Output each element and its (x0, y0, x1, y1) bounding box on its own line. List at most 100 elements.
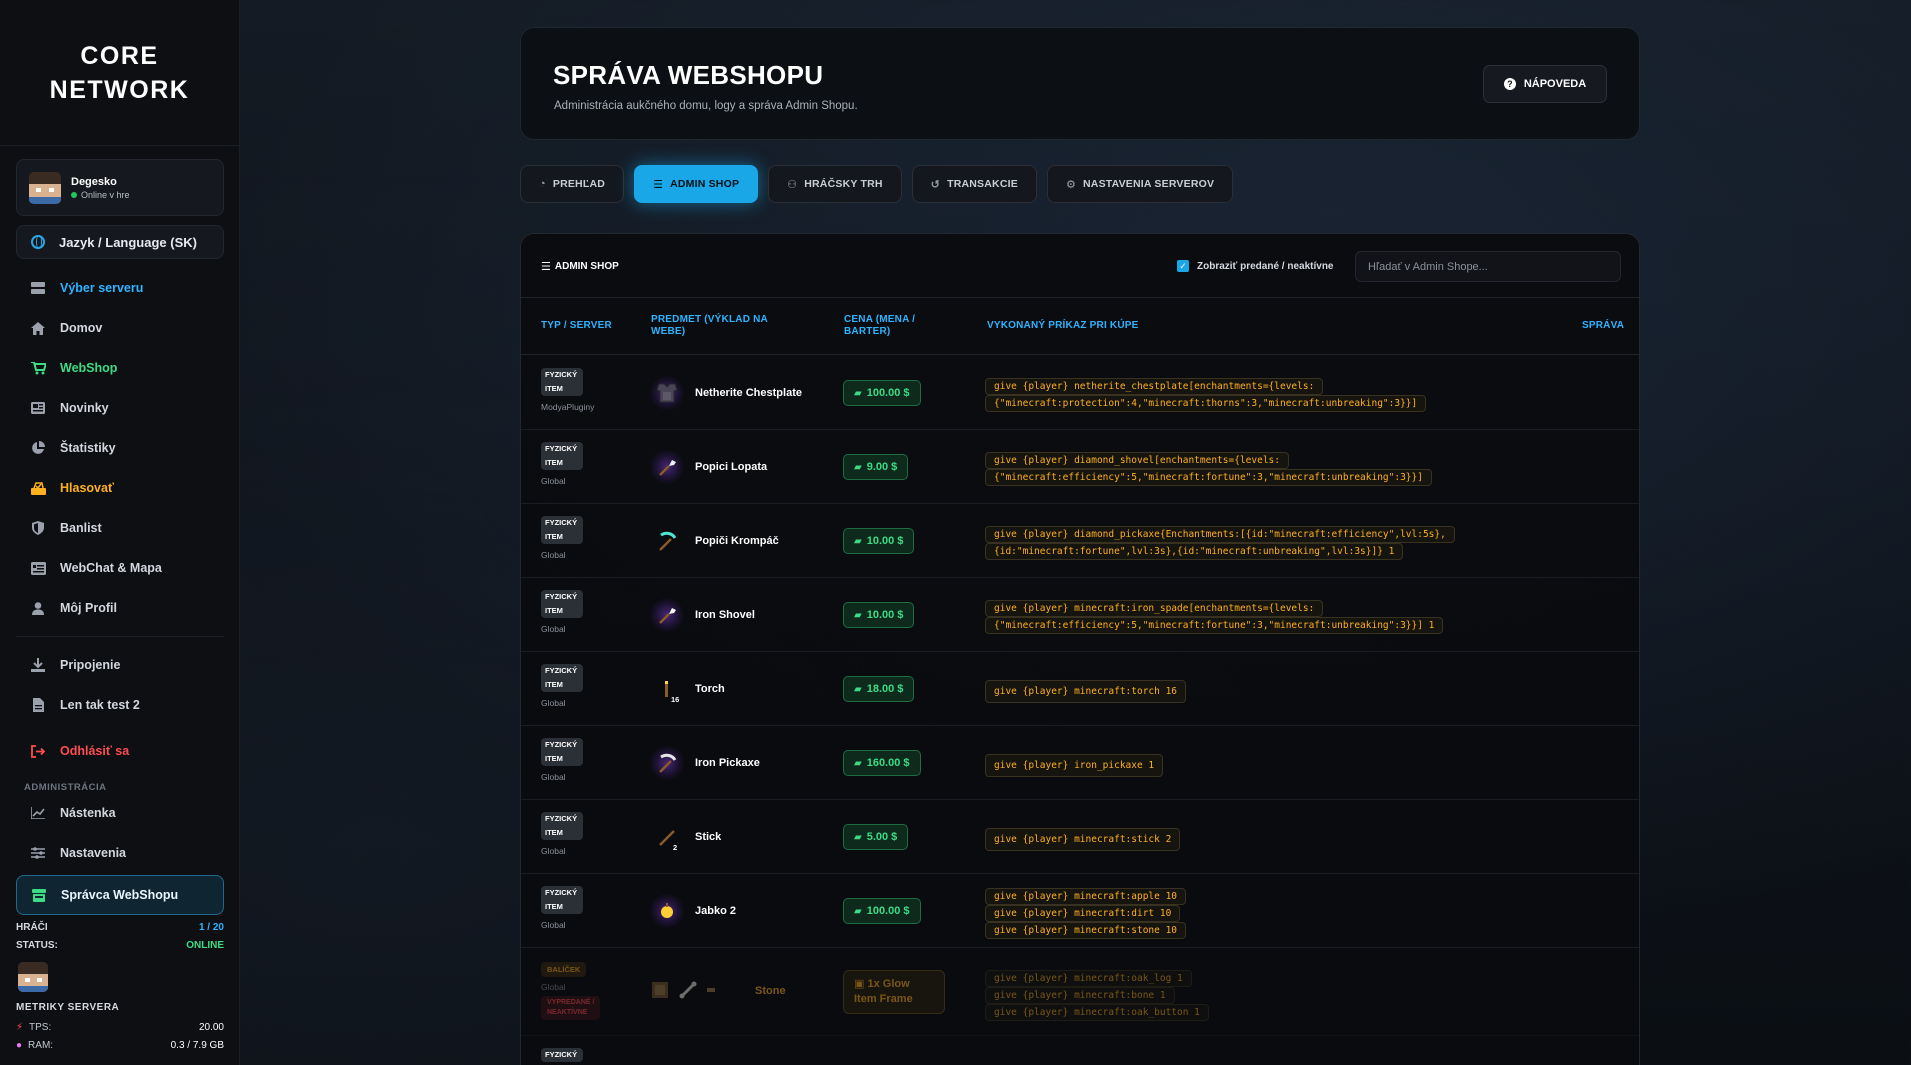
sidebar-item-banlist[interactable]: Banlist (16, 508, 224, 548)
help-button[interactable]: ? NÁPOVEDA (1483, 65, 1607, 103)
price-badge: ▰ 100.00 $ (843, 898, 921, 924)
table-row[interactable]: FYZICKÝ ITEM Global Popici Lopata ▰ 9.00 $… (521, 430, 1639, 504)
command-text: give {player} minecraft:oak_log 1 give {… (985, 970, 1209, 1021)
page-title: SPRÁVA WEBSHOPU (553, 60, 824, 90)
tab-label: HRÁČSKY TRH (804, 178, 883, 190)
table-row[interactable]: FYZICKÝ ITEM Global Iron Shovel ▰ 10.00 $ … (521, 578, 1639, 652)
sidebar-item-vote[interactable]: Hlasovať (16, 468, 224, 508)
price-badge: ▰ 5.00 $ (843, 824, 909, 850)
price-badge: ▰ 160.00 $ (843, 750, 921, 776)
item-shovel-icon (649, 449, 685, 485)
store-icon (31, 888, 47, 902)
item-torch-icon (649, 671, 685, 707)
tab-admin-shop[interactable]: ☰ ADMIN SHOP (634, 165, 759, 203)
panel-title: ☰ ADMIN SHOP (541, 261, 619, 273)
sidebar-item-webshop[interactable]: WebShop (16, 348, 224, 388)
server-label: Global (541, 982, 566, 992)
command-text: give {player} diamond_shovel[enchantment… (985, 452, 1432, 486)
command-text: give {player} iron_pickaxe 1 (985, 754, 1164, 777)
tab-overview[interactable]: ◔ PREHĽAD (520, 165, 625, 203)
tab-transactions[interactable]: ↺ TRANSAKCIE (911, 165, 1037, 203)
sidebar-item-label: Nastavenia (60, 846, 127, 860)
price-badge: ▰ 10.00 $ (843, 602, 915, 628)
money-icon: ▰ (854, 905, 862, 917)
bundle-item-icons (649, 979, 717, 1001)
money-icon: ▰ (854, 831, 862, 843)
sidebar-item-test-page[interactable]: Len tak test 2 (16, 685, 224, 725)
checkbox-checked-icon[interactable]: ✓ (1177, 260, 1189, 272)
logout-button[interactable]: Odhlásiť sa (16, 731, 224, 771)
sidebar-item-server-select[interactable]: Výber serveru (16, 268, 224, 308)
money-icon: ▰ (854, 683, 862, 695)
language-selector[interactable]: Jazyk / Language (SK) (16, 225, 224, 259)
table-row-inactive[interactable]: BALÍČEK Global VYPREDANÉ / NEAKTÍVNE Ston… (521, 948, 1639, 1036)
table-row[interactable]: FYZICKÝ ITEM Global Iron Pickaxe ▰ 160.00 … (521, 726, 1639, 800)
tab-server-settings[interactable]: ⚙ NASTAVENIA SERVEROV (1046, 165, 1234, 203)
sidebar-item-label: WebShop (60, 361, 118, 375)
table-row[interactable]: FYZICKÝ ITEM Global 16 Torch ▰ 18.00 $ giv… (521, 652, 1639, 726)
sidebar-item-stats[interactable]: Štatistiky (16, 428, 224, 468)
logo-line-2: NETWORK (49, 75, 190, 104)
command-text: give {player} minecraft:stick 2 (985, 828, 1181, 851)
bolt-icon: ⚡ (16, 1021, 24, 1033)
item-chestplate-icon (649, 375, 685, 411)
tab-player-market[interactable]: ⚇ HRÁČSKY TRH (768, 165, 902, 203)
item-name: Popici Lopata (695, 461, 768, 473)
table-row[interactable]: FYZICKÝ ITEM Global Popiči Krompáč ▰ 10.00… (521, 504, 1639, 578)
sliders-icon (30, 846, 46, 860)
show-inactive-toggle[interactable]: ✓ Zobraziť predané / neaktívne (1177, 260, 1334, 272)
sidebar-item-label: Len tak test 2 (60, 698, 140, 712)
online-player-avatar[interactable] (18, 962, 48, 992)
sidebar-item-news[interactable]: Novinky (16, 388, 224, 428)
sidebar-item-profile[interactable]: Môj Profil (16, 588, 224, 628)
logout-icon (30, 744, 46, 758)
ram-value: 0.3 / 7.9 GB (170, 1039, 224, 1051)
sidebar-item-webchat-map[interactable]: WebChat & Mapa (16, 548, 224, 588)
type-badge: FYZICKÝ (541, 1048, 583, 1062)
news-icon (30, 401, 46, 415)
bundle-badge: BALÍČEK (541, 962, 587, 977)
search-input[interactable] (1355, 251, 1621, 282)
server-label: Global (541, 772, 566, 782)
item-stick-icon (649, 819, 685, 855)
players-label: HRÁČI (16, 921, 48, 933)
metrics-title: METRIKY SERVERA (16, 1002, 120, 1013)
sidebar-item-home[interactable]: Domov (16, 308, 224, 348)
shield-icon (30, 521, 46, 535)
table-row[interactable]: FYZICKÝ (521, 1036, 1639, 1065)
sidebar-item-settings[interactable]: Nastavenia (16, 833, 224, 873)
logo[interactable]: CORE NETWORK (0, 0, 239, 146)
sidebar-item-label: Štatistiky (60, 441, 116, 455)
list-icon: ☰ (653, 178, 664, 191)
sold-out-badge: VYPREDANÉ / NEAKTÍVNE (541, 996, 601, 1020)
item-name: Stone (755, 985, 786, 997)
user-name: Degesko (71, 175, 117, 188)
type-badge: FYZICKÝ ITEM (541, 886, 583, 914)
sidebar-item-dashboard[interactable]: Nástenka (16, 793, 224, 833)
tps-value: 20.00 (198, 1021, 224, 1033)
server-label: ModyaPluginy (541, 402, 595, 412)
table-row[interactable]: FYZICKÝ ITEM Global 2 Stick ▰ 5.00 $ give … (521, 800, 1639, 874)
user-card[interactable]: Degesko Online v hre (16, 159, 224, 216)
oak-log-icon (652, 982, 668, 998)
panel-header: ☰ ADMIN SHOP ✓ Zobraziť predané / neaktí… (521, 234, 1639, 298)
server-label: Global (541, 624, 566, 634)
status-label: STATUS: (16, 939, 58, 951)
admin-shop-panel: ☰ ADMIN SHOP ✓ Zobraziť predané / neaktí… (520, 233, 1640, 1065)
table-row[interactable]: FYZICKÝ ITEM Global Jabko 2 ▰ 100.00 $ giv… (521, 874, 1639, 948)
tab-bar: ◔ PREHĽAD ☰ ADMIN SHOP ⚇ HRÁČSKY TRH ↺ T… (520, 165, 1234, 203)
help-label: NÁPOVEDA (1523, 78, 1587, 90)
tab-label: NASTAVENIA SERVEROV (1083, 178, 1215, 190)
item-shovel-icon (649, 597, 685, 633)
user-icon (30, 601, 46, 615)
table-row[interactable]: FYZICKÝ ITEM ModyaPluginy Netherite Chest… (521, 356, 1639, 430)
sidebar-item-webshop-manager[interactable]: Správca WebShopu (16, 875, 224, 915)
users-icon: ⚇ (787, 178, 798, 191)
sidebar-item-label: Správca WebShopu (61, 888, 179, 902)
sidebar-item-label: WebChat & Mapa (60, 561, 162, 575)
col-item: PREDMET (VÝKLAD NA WEBE) (651, 314, 768, 337)
globe-icon (31, 235, 45, 249)
sidebar-item-connection[interactable]: Pripojenie (16, 645, 224, 685)
price-badge: ▰ 18.00 $ (843, 676, 915, 702)
online-dot-icon (71, 191, 77, 198)
